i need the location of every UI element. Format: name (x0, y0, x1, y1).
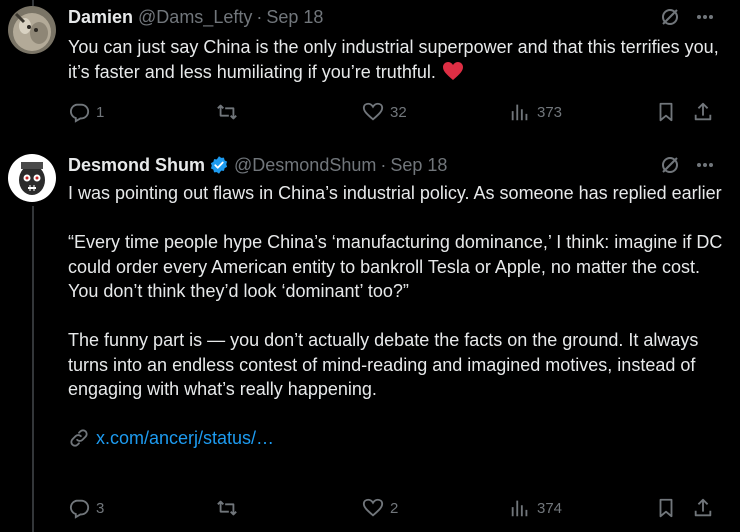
tweet-damien[interactable]: Damien @Dams_Lefty · Sep 18 You can just… (0, 6, 740, 136)
share-button[interactable] (692, 496, 714, 520)
link-url[interactable]: x.com/ancerj/status/… (96, 426, 274, 451)
tweet-paragraph: I was pointing out flaws in China’s indu… (68, 183, 722, 203)
tweet-paragraph: “Every time people hype China’s ‘manufac… (68, 232, 723, 301)
tweet-link[interactable]: x.com/ancerj/status/… (68, 426, 728, 451)
tweet-actions: 1 32 373 (68, 100, 718, 124)
retweet-button[interactable] (216, 496, 244, 520)
like-button[interactable]: 2 (362, 496, 398, 520)
views-icon (511, 500, 528, 517)
reply-button[interactable]: 3 (68, 496, 104, 520)
share-icon (694, 102, 712, 121)
retweet-icon (217, 500, 237, 516)
avatar-image (8, 6, 56, 54)
like-button[interactable]: 32 (362, 100, 407, 124)
like-count: 32 (390, 103, 407, 121)
share-button[interactable] (692, 100, 714, 124)
grok-icon[interactable] (660, 155, 680, 175)
red-heart-icon (442, 61, 464, 88)
more-icon[interactable] (696, 162, 714, 168)
reply-count: 3 (96, 499, 105, 517)
tweet-desmond-shum[interactable]: Desmond Shum @DesmondShum · Sep 18 I was… (0, 154, 740, 532)
tweet-text: I was pointing out flaws in China’s indu… (68, 181, 728, 451)
tweet-paragraph: The funny part is — you don’t actually d… (68, 330, 699, 399)
bookmark-button[interactable] (655, 496, 677, 520)
author-handle[interactable]: @Dams_Lefty (138, 7, 252, 28)
bookmark-icon (659, 102, 673, 122)
separator-dot: · (256, 6, 263, 27)
views-count: 373 (537, 103, 563, 121)
tweet-text-content: You can just say China is the only indus… (68, 37, 719, 82)
retweet-icon (217, 104, 237, 120)
bookmark-button[interactable] (655, 100, 677, 124)
views-count: 374 (537, 499, 563, 517)
avatar[interactable] (8, 6, 56, 54)
tweet-date[interactable]: Sep 18 (390, 155, 447, 176)
bookmark-icon (659, 498, 673, 518)
avatar-image (8, 154, 56, 202)
reply-icon (69, 103, 90, 123)
reply-count: 1 (96, 103, 105, 121)
tweet-date[interactable]: Sep 18 (266, 7, 323, 28)
tweet-top-icons (660, 154, 714, 176)
reply-icon (69, 499, 90, 519)
share-icon (694, 498, 712, 517)
separator-dot: · (380, 154, 387, 175)
grok-icon[interactable] (660, 7, 680, 27)
author-name[interactable]: Damien (68, 7, 133, 28)
tweet-text: You can just say China is the only indus… (68, 35, 728, 87)
more-icon[interactable] (696, 14, 714, 20)
views-button[interactable]: 374 (509, 496, 562, 520)
retweet-button[interactable] (216, 100, 244, 124)
reply-button[interactable]: 1 (68, 100, 104, 124)
like-count: 2 (390, 499, 399, 517)
tweet-actions: 3 2 374 (68, 496, 718, 520)
author-handle[interactable]: @DesmondShum (234, 155, 376, 176)
link-icon (70, 429, 88, 447)
heart-icon (362, 102, 384, 121)
tweet-top-icons (660, 6, 714, 28)
heart-icon (362, 498, 384, 517)
author-name[interactable]: Desmond Shum (68, 155, 205, 176)
verified-badge-icon[interactable] (209, 155, 229, 175)
avatar[interactable] (8, 154, 56, 202)
views-button[interactable]: 373 (509, 100, 562, 124)
views-icon (511, 104, 528, 121)
tweet-header: Desmond Shum @DesmondShum · Sep 18 (68, 154, 447, 176)
tweet-header: Damien @Dams_Lefty · Sep 18 (68, 6, 323, 28)
